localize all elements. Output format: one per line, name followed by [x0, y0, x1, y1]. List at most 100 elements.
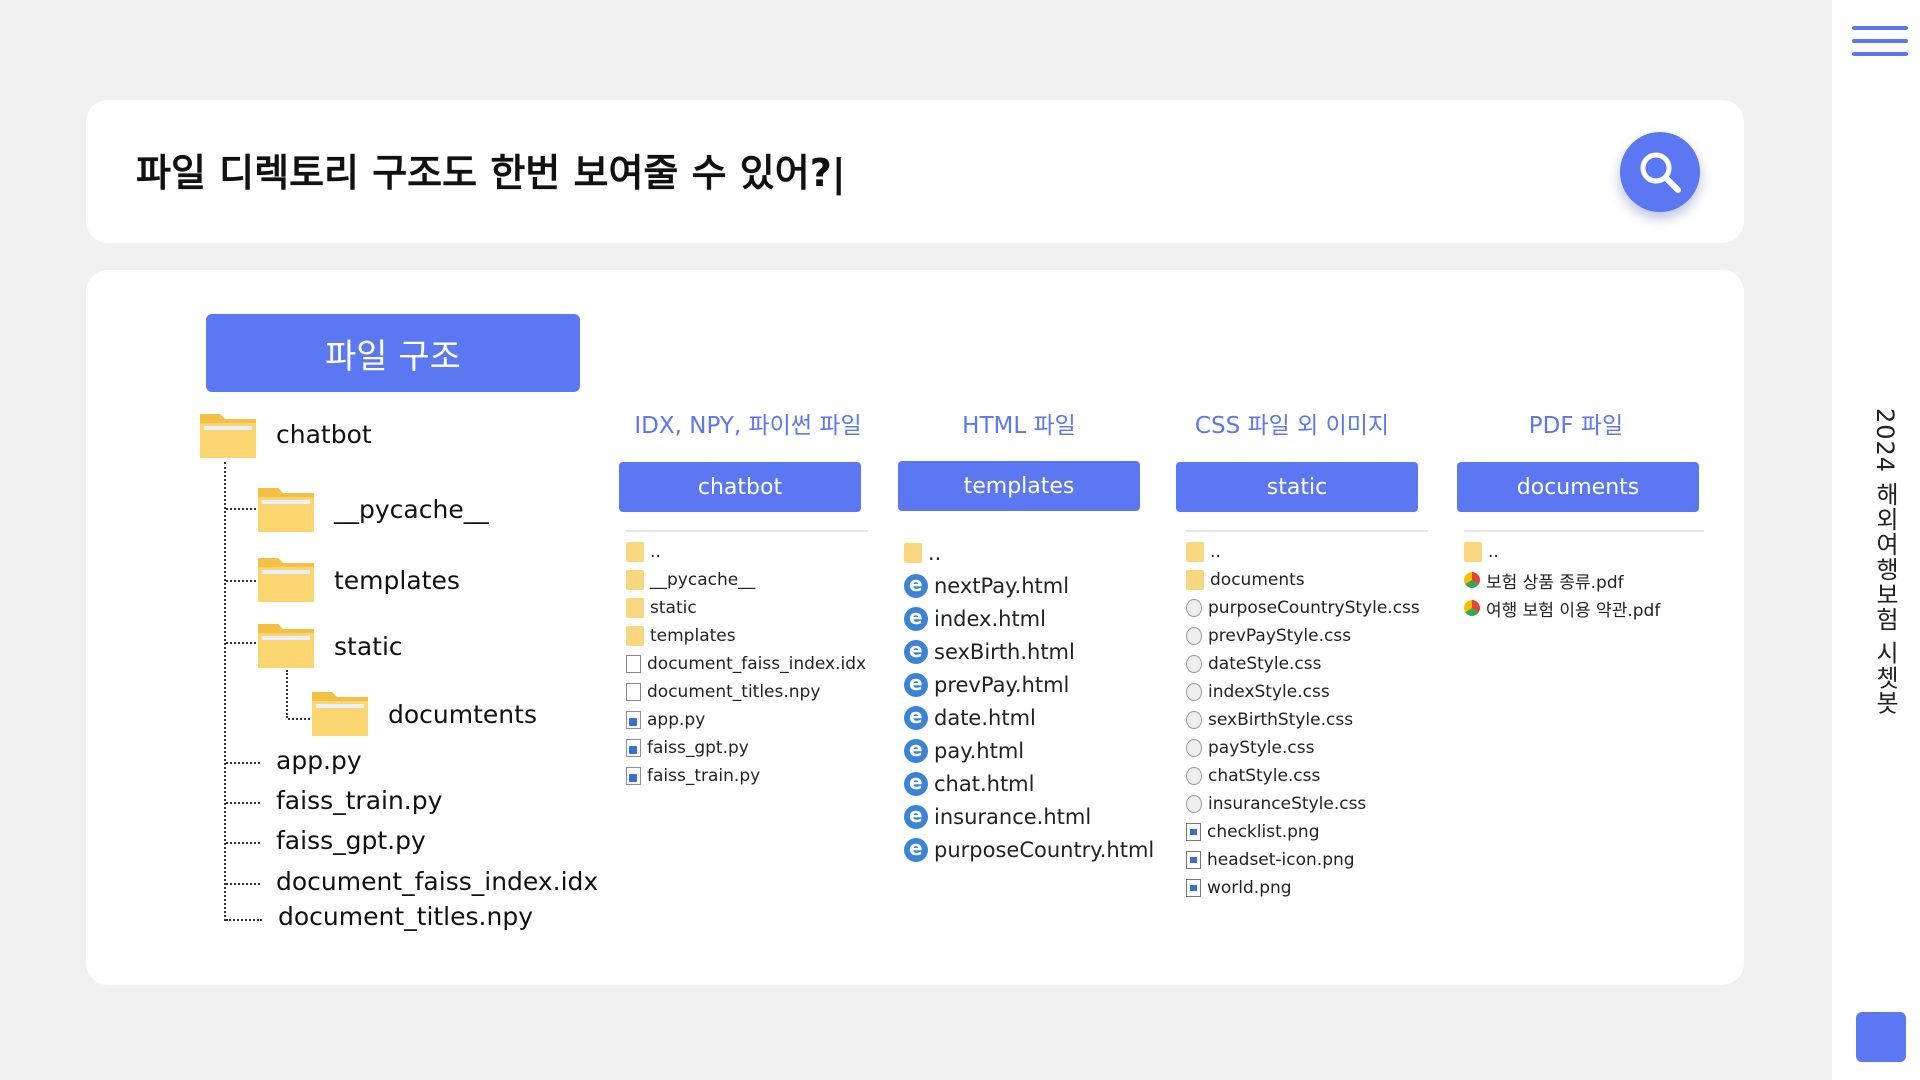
file-row[interactable]: purposeCountryStyle.css [1186, 594, 1428, 622]
column-title-idx-npy-python: IDX, NPY, 파이썬 파일 [634, 413, 862, 439]
png-file-icon [1186, 879, 1201, 897]
file-row[interactable]: .. [626, 538, 868, 566]
folder-icon [258, 558, 314, 602]
column-button-chatbot[interactable]: chatbot [619, 462, 861, 512]
content-card: 파일 구조 chatbot __pycache__ templates stat… [86, 270, 1744, 985]
folder-icon [200, 414, 256, 458]
folder-file-icon [1464, 542, 1482, 562]
folder-file-icon [626, 542, 644, 562]
file-row[interactable]: __pycache__ [626, 566, 868, 594]
file-row[interactable]: prevPay.html [904, 668, 1146, 701]
tree-item-templates[interactable]: templates [334, 566, 460, 595]
html-file-icon [904, 803, 928, 829]
css-file-icon [1186, 767, 1202, 785]
file-row[interactable]: payStyle.css [1186, 734, 1428, 762]
py-file-icon [626, 767, 641, 785]
file-file-icon [626, 655, 641, 673]
file-row[interactable]: chat.html [904, 767, 1146, 800]
file-name: document_titles.npy [647, 682, 821, 702]
file-name: .. [1210, 542, 1221, 562]
css-file-icon [1186, 655, 1202, 673]
file-row[interactable]: pay.html [904, 734, 1146, 767]
file-row[interactable]: 여행 보험 이용 약관.pdf [1464, 594, 1704, 622]
folder-icon [312, 692, 368, 736]
file-row[interactable]: chatStyle.css [1186, 762, 1428, 790]
tree-connector [224, 462, 226, 921]
file-row[interactable]: purposeCountry.html [904, 833, 1154, 866]
file-name: .. [1488, 542, 1499, 562]
file-row[interactable]: .. [904, 536, 1146, 569]
corner-action-button[interactable] [1856, 1012, 1906, 1062]
file-row[interactable]: index.html [904, 602, 1146, 635]
tree-item-titles-npy[interactable]: document_titles.npy [278, 902, 533, 931]
file-row[interactable]: insurance.html [904, 800, 1146, 833]
folder-file-icon [626, 626, 644, 646]
sidebar-vertical-title: 2024 해외여행보험 시쳇봇 [1871, 408, 1899, 716]
file-row[interactable]: 보험 상품 종류.pdf [1464, 566, 1704, 594]
file-row[interactable]: headset-icon.png [1186, 846, 1428, 874]
file-name: chatStyle.css [1208, 766, 1321, 786]
file-tree: chatbot __pycache__ templates static doc… [86, 270, 686, 985]
tree-item-chatbot[interactable]: chatbot [276, 420, 372, 449]
file-row[interactable]: world.png [1186, 874, 1428, 902]
listing-separator [1464, 530, 1704, 532]
file-file-icon [626, 683, 641, 701]
file-row[interactable]: checklist.png [1186, 818, 1428, 846]
file-name: faiss_gpt.py [647, 738, 749, 758]
file-row[interactable]: .. [1464, 538, 1704, 566]
file-name: insurance.html [934, 804, 1092, 829]
file-name: 여행 보험 이용 약관.pdf [1486, 600, 1661, 621]
file-name: .. [928, 540, 942, 565]
tree-connector [226, 580, 256, 582]
tree-item-static[interactable]: static [334, 632, 403, 661]
file-row[interactable]: faiss_gpt.py [626, 734, 868, 762]
tree-item-faiss-gpt[interactable]: faiss_gpt.py [276, 826, 426, 855]
file-name: templates [650, 626, 736, 646]
html-file-icon [904, 737, 928, 763]
file-row[interactable]: app.py [626, 706, 868, 734]
search-button[interactable] [1620, 132, 1700, 212]
html-file-icon [904, 605, 928, 631]
file-row[interactable]: date.html [904, 701, 1146, 734]
hamburger-menu-icon[interactable] [1852, 26, 1908, 66]
tree-item-pycache[interactable]: __pycache__ [334, 495, 489, 524]
file-row[interactable]: documents [1186, 566, 1428, 594]
html-file-icon [904, 572, 928, 598]
tree-connector [226, 762, 260, 764]
file-row[interactable]: nextPay.html [904, 569, 1146, 602]
css-file-icon [1186, 599, 1202, 617]
tree-item-faiss-index[interactable]: document_faiss_index.idx [276, 867, 598, 896]
file-row[interactable]: .. [1186, 538, 1428, 566]
file-row[interactable]: insuranceStyle.css [1186, 790, 1428, 818]
file-row[interactable]: document_faiss_index.idx [626, 650, 868, 678]
tree-item-faiss-train[interactable]: faiss_train.py [276, 786, 442, 815]
file-listing-static: .. documents purposeCountryStyle.css prevPa… [1186, 530, 1428, 902]
file-name: payStyle.css [1208, 738, 1315, 758]
file-row[interactable]: prevPayStyle.css [1186, 622, 1428, 650]
tree-item-app-py[interactable]: app.py [276, 746, 362, 775]
file-name: index.html [934, 606, 1046, 631]
column-button-documents[interactable]: documents [1457, 462, 1699, 512]
tree-item-documtents[interactable]: documtents [388, 700, 537, 729]
column-title-html: HTML 파일 [962, 413, 1076, 439]
py-file-icon [626, 739, 641, 757]
file-row[interactable]: faiss_train.py [626, 762, 868, 790]
file-row[interactable]: sexBirth.html [904, 635, 1146, 668]
html-file-icon [904, 638, 928, 664]
file-row[interactable]: static [626, 594, 868, 622]
folder-file-icon [626, 598, 644, 618]
pdf-file-icon [1464, 600, 1480, 616]
file-listing-documents: .. 보험 상품 종류.pdf 여행 보험 이용 약관.pdf [1464, 530, 1704, 622]
file-row[interactable]: templates [626, 622, 868, 650]
file-row[interactable]: dateStyle.css [1186, 650, 1428, 678]
file-name: prevPay.html [934, 672, 1070, 697]
file-row[interactable]: indexStyle.css [1186, 678, 1428, 706]
column-button-templates[interactable]: templates [898, 461, 1140, 511]
file-row[interactable]: document_titles.npy [626, 678, 868, 706]
column-button-static[interactable]: static [1176, 462, 1418, 512]
search-query-text[interactable]: 파일 디렉토리 구조도 한번 보여줄 수 있어?| [136, 142, 846, 197]
file-name: documents [1210, 570, 1305, 590]
file-row[interactable]: sexBirthStyle.css [1186, 706, 1428, 734]
file-name: date.html [934, 705, 1036, 730]
file-name: world.png [1207, 878, 1292, 898]
